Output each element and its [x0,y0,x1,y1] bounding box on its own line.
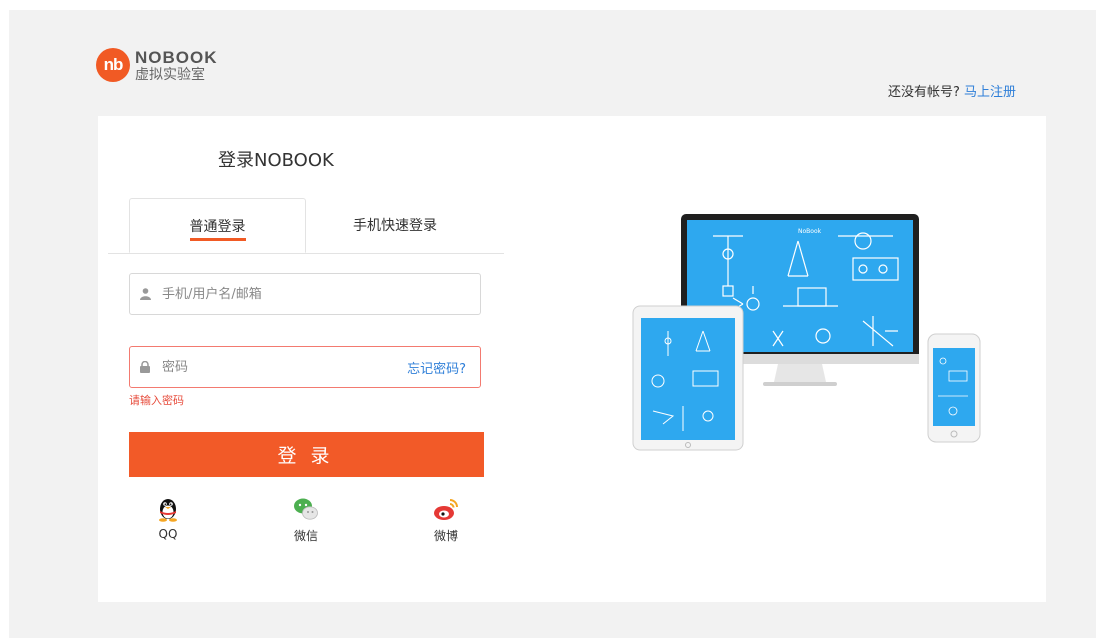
weibo-login[interactable]: 微博 [416,496,476,544]
logo-text: NOBOOK 虚拟实验室 [135,49,218,82]
register-prompt-text: 还没有帐号? [887,85,960,100]
login-button[interactable]: 登录 [129,432,484,477]
tab-normal-login[interactable]: 普通登录 [129,198,306,253]
username-input[interactable] [160,285,480,303]
wechat-label: 微信 [293,529,318,543]
username-field [129,273,481,315]
login-tabs: 普通登录 手机快速登录 [108,198,504,254]
phone-device [927,333,981,443]
brand-logo[interactable]: nb NOBOOK 虚拟实验室 [96,48,218,82]
register-prompt: 还没有帐号? 马上注册 [888,81,1016,100]
brand-name: NOBOOK [135,47,218,67]
tab-phone-login[interactable]: 手机快速登录 [306,198,484,253]
wechat-icon [294,498,318,520]
devices-illustration: NoBook [632,214,981,451]
register-link[interactable]: 马上注册 [964,85,1016,100]
user-icon [130,288,160,300]
forgot-password-link[interactable]: 忘记密码? [407,358,466,377]
weibo-icon [434,499,458,520]
tab-normal-login-label: 普通登录 [189,216,246,241]
login-card: 登录NOBOOK 普通登录 手机快速登录 忘记密码? 请输入密码 登录 [98,116,1046,602]
qq-label: QQ [158,527,178,541]
tablet-device [632,305,744,451]
qq-login[interactable]: QQ [138,496,198,541]
logo-mark-icon: nb [96,48,130,82]
screen-label: NoBook [798,228,822,235]
weibo-label: 微博 [433,529,458,543]
lock-icon [130,361,160,373]
qq-penguin-icon [159,499,177,522]
password-input[interactable] [160,358,408,376]
password-error-message: 请输入密码 [129,394,184,407]
brand-subtitle: 虚拟实验室 [135,66,205,83]
password-field: 忘记密码? [129,346,481,388]
login-title: 登录NOBOOK [218,150,334,171]
wechat-login[interactable]: 微信 [276,496,336,544]
tab-phone-login-label: 手机快速登录 [353,218,437,234]
